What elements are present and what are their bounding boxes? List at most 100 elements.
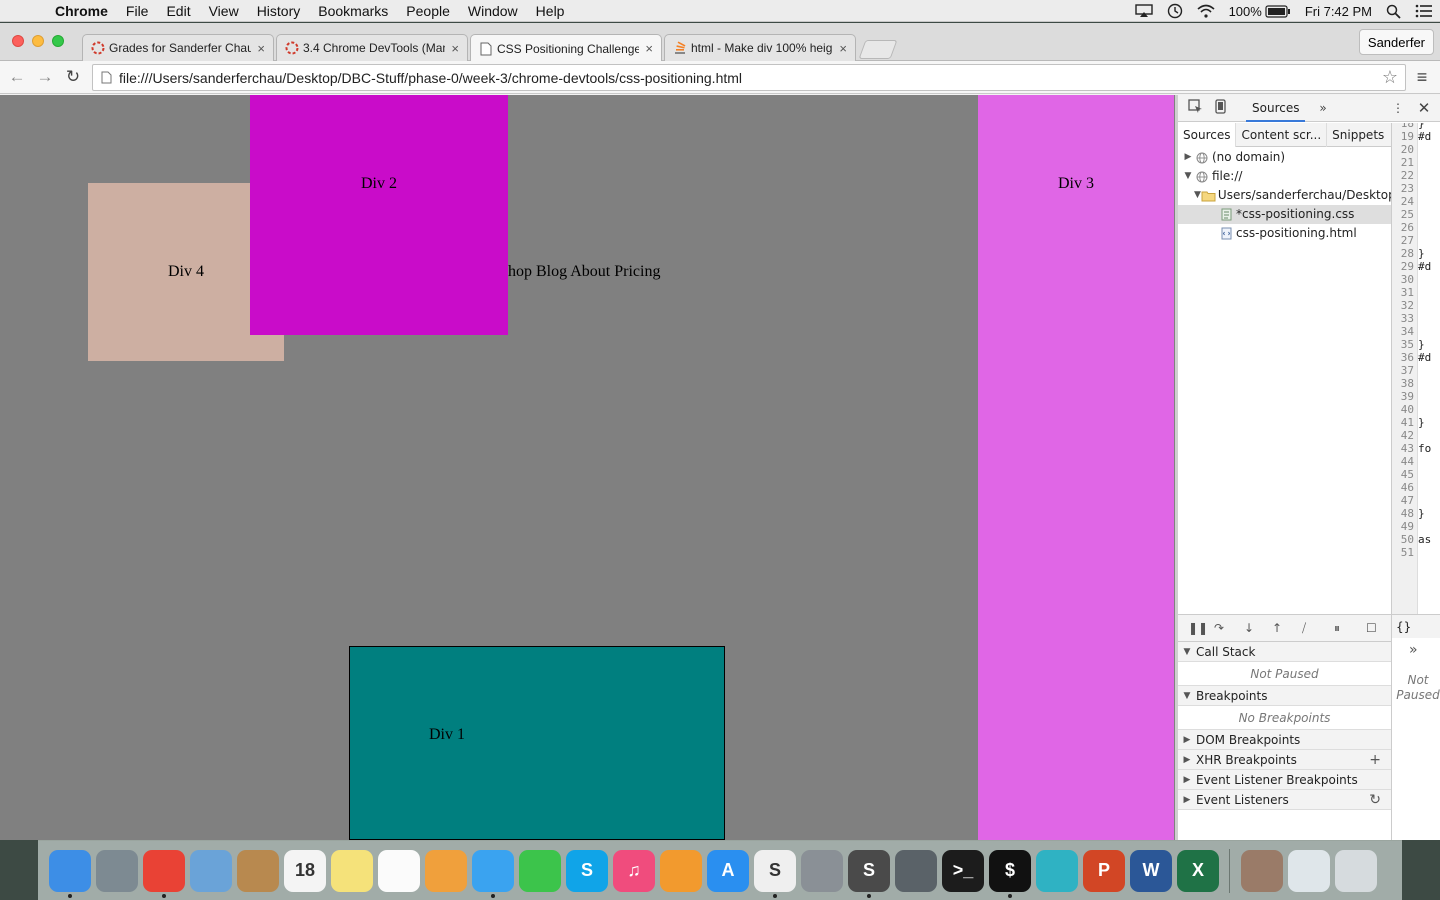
code-line[interactable]: 50 as <box>1392 533 1440 546</box>
collapsed-arrow-icon[interactable]: ▶ <box>1178 770 1196 790</box>
chrome-icon[interactable] <box>143 849 185 898</box>
wifi-icon[interactable] <box>1190 4 1222 18</box>
url-text[interactable]: file:///Users/sanderferchau/Desktop/DBC-… <box>119 70 1375 86</box>
close-tab-icon[interactable]: × <box>451 41 459 56</box>
code-line[interactable]: 40 <box>1392 403 1440 416</box>
line-number[interactable]: 38 <box>1392 377 1414 390</box>
code-line[interactable]: 27 <box>1392 234 1440 247</box>
finder-icon[interactable] <box>49 849 91 898</box>
code-line[interactable]: 39 <box>1392 390 1440 403</box>
code-line[interactable]: 20 <box>1392 143 1440 156</box>
step-over-icon[interactable]: ↷ <box>1214 621 1224 635</box>
collapsed-arrow-icon[interactable]: ▶ <box>1182 148 1194 167</box>
photos-icon[interactable] <box>425 849 467 892</box>
expanded-arrow-icon[interactable]: ▼ <box>1178 686 1196 706</box>
messages-icon[interactable] <box>472 849 514 898</box>
code-line[interactable]: 42 <box>1392 429 1440 442</box>
code-line[interactable]: 51 <box>1392 546 1440 559</box>
minimize-window-button[interactable] <box>32 35 44 47</box>
system-preferences-icon[interactable] <box>801 849 843 892</box>
subtab-content-scripts[interactable]: Content scr... <box>1236 122 1328 147</box>
subtab-sources[interactable]: Sources <box>1178 122 1237 147</box>
code-line[interactable]: 22 <box>1392 169 1440 182</box>
pane-header[interactable]: ▶ DOM Breakpoints <box>1178 730 1391 750</box>
line-number[interactable]: 41 <box>1392 416 1414 429</box>
line-number[interactable]: 28 <box>1392 247 1414 260</box>
notes-icon[interactable] <box>331 849 373 892</box>
code-line[interactable]: 37 <box>1392 364 1440 377</box>
line-number[interactable]: 32 <box>1392 299 1414 312</box>
tree-item[interactable]: *css-positioning.css <box>1178 205 1391 224</box>
menu-edit[interactable]: Edit <box>157 3 199 19</box>
maximize-window-button[interactable] <box>52 35 64 47</box>
pane-header[interactable]: ▼ Breakpoints <box>1178 686 1391 706</box>
contacts-icon[interactable] <box>237 849 279 892</box>
close-devtools-icon[interactable]: ✕ <box>1416 99 1432 117</box>
code-line[interactable]: 19 #d <box>1392 130 1440 143</box>
async-checkbox-icon[interactable]: ☐ <box>1366 621 1377 635</box>
menu-people[interactable]: People <box>397 3 459 19</box>
expanded-arrow-icon[interactable]: ▼ <box>1194 186 1201 205</box>
tab-devtools-guide[interactable]: 3.4 Chrome DevTools (Man × <box>276 34 468 61</box>
address-bar[interactable]: file:///Users/sanderferchau/Desktop/DBC-… <box>92 64 1406 91</box>
terminal-running-icon[interactable]: $ <box>989 849 1031 898</box>
code-line[interactable]: 44 <box>1392 455 1440 468</box>
spotlight-search-icon[interactable] <box>1379 4 1408 19</box>
device-mode-icon[interactable] <box>1212 99 1228 117</box>
code-line[interactable]: 38 <box>1392 377 1440 390</box>
chrome-menu-icon[interactable]: ≡ <box>1412 67 1432 87</box>
tab-grades[interactable]: Grades for Sanderfer Chau × <box>82 34 274 61</box>
line-number[interactable]: 46 <box>1392 481 1414 494</box>
pane-header[interactable]: ▼ Call Stack <box>1178 642 1391 662</box>
pause-on-exceptions-icon[interactable]: ⏸ <box>1334 621 1340 636</box>
code-line[interactable]: 45 <box>1392 468 1440 481</box>
line-number[interactable]: 23 <box>1392 182 1414 195</box>
trash-icon[interactable] <box>1335 849 1377 892</box>
code-line[interactable]: 23 <box>1392 182 1440 195</box>
step-into-icon[interactable]: ↓ <box>1244 621 1254 635</box>
line-number[interactable]: 24 <box>1392 195 1414 208</box>
line-number[interactable]: 37 <box>1392 364 1414 377</box>
line-number[interactable]: 48 <box>1392 507 1414 520</box>
terminal-icon[interactable]: >_ <box>942 849 984 892</box>
close-tab-icon[interactable]: × <box>645 41 653 56</box>
ibooks-icon[interactable] <box>660 849 702 892</box>
line-number[interactable]: 31 <box>1392 286 1414 299</box>
step-out-icon[interactable]: ↑ <box>1272 621 1282 635</box>
tab-sources[interactable]: Sources <box>1246 95 1306 122</box>
line-number[interactable]: 21 <box>1392 156 1414 169</box>
expanded-arrow-icon[interactable]: ▼ <box>1178 642 1196 662</box>
menu-file[interactable]: File <box>117 3 158 19</box>
line-number[interactable]: 18 <box>1392 123 1414 130</box>
code-line[interactable]: 32 <box>1392 299 1440 312</box>
profile-button[interactable]: Sanderfer <box>1358 29 1434 55</box>
pretty-print-button[interactable]: {} <box>1391 614 1440 638</box>
forward-icon[interactable]: → <box>35 67 55 87</box>
menu-view[interactable]: View <box>200 3 248 19</box>
sublime-text-icon[interactable]: S <box>848 849 890 898</box>
line-number[interactable]: 45 <box>1392 468 1414 481</box>
word-icon[interactable]: W <box>1130 849 1172 892</box>
line-number[interactable]: 20 <box>1392 143 1414 156</box>
menu-window[interactable]: Window <box>459 3 527 19</box>
battery-status[interactable]: 100% <box>1222 4 1298 19</box>
refresh-icon[interactable]: ↻ <box>1369 790 1381 810</box>
pane-header[interactable]: ▶ Event Listeners ↻ <box>1178 790 1391 810</box>
line-number[interactable]: 35 <box>1392 338 1414 351</box>
line-number[interactable]: 26 <box>1392 221 1414 234</box>
gitx-icon[interactable] <box>895 849 937 892</box>
launchpad-icon[interactable] <box>96 849 138 892</box>
line-number[interactable]: 51 <box>1392 546 1414 559</box>
tree-item[interactable]: ▼ file:// <box>1178 167 1391 186</box>
nav-links[interactable]: hop Blog About Pricing <box>508 263 660 281</box>
add-xhr-breakpoint-icon[interactable]: + <box>1369 750 1381 770</box>
code-line[interactable]: 21 <box>1392 156 1440 169</box>
collapsed-arrow-icon[interactable]: ▶ <box>1178 730 1196 750</box>
line-number[interactable]: 19 <box>1392 130 1414 143</box>
back-icon[interactable]: ← <box>7 67 27 87</box>
bookmark-star-icon[interactable]: ☆ <box>1375 67 1405 88</box>
code-line[interactable]: 29 #d <box>1392 260 1440 273</box>
downloads-stack-icon[interactable] <box>1288 849 1330 892</box>
code-line[interactable]: 18} <box>1392 123 1440 130</box>
reminders-icon[interactable] <box>378 849 420 892</box>
